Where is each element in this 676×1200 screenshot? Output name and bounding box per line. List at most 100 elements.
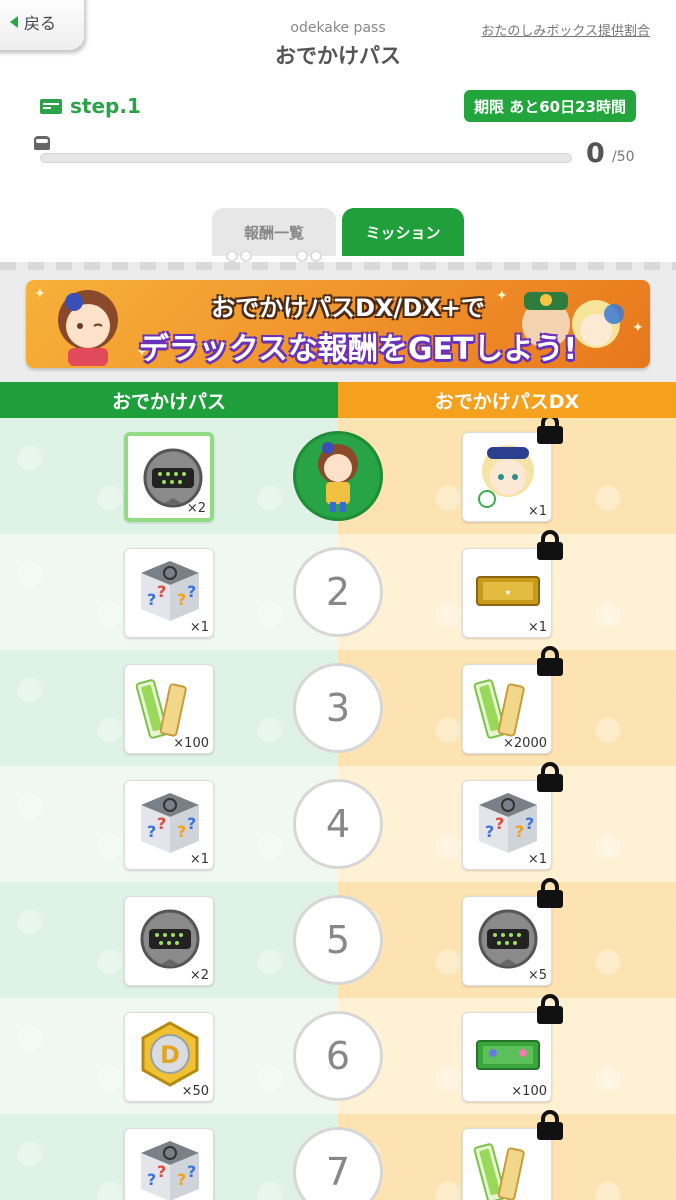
- svg-text:?: ?: [525, 814, 534, 833]
- reward-quantity: ×100: [511, 1084, 547, 1099]
- header: 戻る odekake pass おでかけパス おたのしみボックス提供割合 ste…: [0, 0, 676, 262]
- mystery-box-icon: ? ? ? ?: [141, 793, 199, 853]
- reward-quantity: ×50: [181, 1084, 209, 1099]
- dx-promo-banner[interactable]: ✦ ✦ ✦ ✦ おでかけパスDX/DX+で デラックスな報酬をGETしよう!: [26, 280, 650, 368]
- level-number: 2: [293, 547, 383, 637]
- free-reward-item[interactable]: ×2: [124, 896, 214, 986]
- tab-wheel-icon: [240, 250, 252, 262]
- tab-wheel-icon: [226, 250, 238, 262]
- friend-gacha-ticket-icon: [476, 1040, 540, 1070]
- banner-tagline: デラックスな報酬をGETしよう!: [138, 332, 578, 367]
- free-reward-item[interactable]: ? ? ? ? ×1: [124, 780, 214, 870]
- lock-icon: [537, 994, 563, 1024]
- mystery-box-icon: ? ? ? ?: [141, 561, 199, 621]
- mystery-box-icon: ? ? ? ?: [141, 1141, 199, 1200]
- reward-row: ×100 3 ×2000: [0, 646, 676, 766]
- page-title: おでかけパス: [275, 44, 401, 68]
- stamina-stick-icon: [473, 679, 525, 739]
- dx-reward-item[interactable]: ×2000: [462, 664, 552, 754]
- dx-reward-item[interactable]: ×5: [462, 896, 552, 986]
- free-reward-item[interactable]: D ×50: [124, 1012, 214, 1102]
- reward-quantity: ×100: [173, 736, 209, 751]
- dx-reward-item[interactable]: ×1: [462, 432, 552, 522]
- svg-text:?: ?: [485, 822, 494, 841]
- current-level-avatar: [293, 431, 383, 521]
- reward-quantity: ×1: [189, 852, 209, 867]
- tab-wheel-icon: [310, 250, 322, 262]
- reward-quantity: ×1: [527, 852, 547, 867]
- orb-device-icon: [140, 909, 200, 969]
- svg-text:D: D: [160, 1041, 180, 1069]
- free-reward-item[interactable]: ? ? ? ?: [124, 1128, 214, 1200]
- svg-text:?: ?: [157, 814, 166, 833]
- progress-total: /50: [612, 149, 635, 165]
- dx-reward-item[interactable]: ? ? ? ? ×1: [462, 780, 552, 870]
- progress-current: 0: [586, 138, 605, 169]
- svg-text:?: ?: [495, 814, 504, 833]
- tab-mission-label: ミッション: [365, 223, 441, 242]
- d-medal-icon: D: [141, 1021, 199, 1087]
- svg-text:★: ★: [504, 588, 511, 597]
- divider: [0, 262, 676, 270]
- tab-rewards-list[interactable]: 報酬一覧: [212, 208, 336, 262]
- ticket-icon: [40, 98, 62, 114]
- svg-text:?: ?: [187, 1162, 196, 1181]
- level-number: 3: [293, 663, 383, 753]
- progress-bar: [40, 153, 572, 163]
- box-ratio-link[interactable]: おたのしみボックス提供割合: [481, 20, 650, 39]
- reward-quantity: ×2: [189, 968, 209, 983]
- free-reward-item[interactable]: ×100: [124, 664, 214, 754]
- dx-reward-item[interactable]: ★ ×1: [462, 548, 552, 638]
- step-indicator: step.1: [40, 94, 141, 118]
- lock-icon: [537, 646, 563, 676]
- svg-text:?: ?: [157, 1162, 166, 1181]
- reward-list[interactable]: ×2 ×1 ? ? ? ? ×1 2 ★ ×1 ×100 3 ×2000 ? ? ?…: [0, 418, 676, 1200]
- svg-text:?: ?: [147, 822, 156, 841]
- orb-device-icon: [478, 909, 538, 969]
- tab-mission[interactable]: ミッション: [342, 208, 464, 256]
- lock-icon: [537, 530, 563, 560]
- car-icon: [34, 136, 50, 150]
- level-number: 6: [293, 1011, 383, 1101]
- svg-text:?: ?: [147, 1170, 156, 1189]
- reward-quantity: ×2: [186, 501, 206, 516]
- lock-icon: [537, 418, 563, 444]
- stamina-stick-icon: [473, 1143, 525, 1200]
- premium-gacha-ticket-icon: ★: [476, 576, 540, 606]
- free-pass-column-header: おでかけパス: [0, 382, 338, 418]
- svg-text:?: ?: [177, 1170, 186, 1189]
- reward-quantity: ×1: [527, 504, 547, 519]
- level-number: 4: [293, 779, 383, 869]
- banner-headline: おでかけパスDX/DX+で: [211, 294, 485, 322]
- reward-quantity: ×2000: [503, 736, 547, 751]
- dx-reward-item[interactable]: ×100: [462, 1012, 552, 1102]
- lock-icon: [537, 1110, 563, 1140]
- mystery-box-icon: ? ? ? ?: [479, 793, 537, 853]
- reward-quantity: ×1: [527, 620, 547, 635]
- banner-area: ✦ ✦ ✦ ✦ おでかけパスDX/DX+で デラックスな報酬をGETしよう!: [0, 262, 676, 382]
- reward-quantity: ×5: [527, 968, 547, 983]
- reward-row: ×2 5 ×5: [0, 878, 676, 998]
- svg-text:?: ?: [147, 590, 156, 609]
- stamina-stick-icon: [135, 679, 187, 739]
- lock-icon: [537, 878, 563, 908]
- dx-pass-column-header: おでかけパスDX: [338, 382, 676, 418]
- free-reward-item[interactable]: ×2: [124, 432, 214, 522]
- level-number: 5: [293, 895, 383, 985]
- svg-text:?: ?: [187, 814, 196, 833]
- svg-text:?: ?: [177, 822, 186, 841]
- tab-wheel-icon: [296, 250, 308, 262]
- lock-icon: [537, 762, 563, 792]
- reward-row: ? ? ? ? ×1 4 ? ? ? ? ×1: [0, 762, 676, 882]
- svg-text:?: ?: [177, 590, 186, 609]
- free-reward-item[interactable]: ? ? ? ? ×1: [124, 548, 214, 638]
- reward-quantity: ×1: [189, 620, 209, 635]
- svg-text:?: ?: [157, 582, 166, 601]
- step-label: step.1: [70, 94, 141, 118]
- reward-row: ? ? ? ? ×1 2 ★ ×1: [0, 530, 676, 650]
- reward-row: D ×50 6 ×100: [0, 994, 676, 1114]
- reward-row: ? ? ? ? 7: [0, 1110, 676, 1200]
- deadline-badge: 期限 あと60日23時間: [464, 90, 636, 122]
- svg-text:?: ?: [515, 822, 524, 841]
- tab-rewards-list-label: 報酬一覧: [243, 223, 304, 242]
